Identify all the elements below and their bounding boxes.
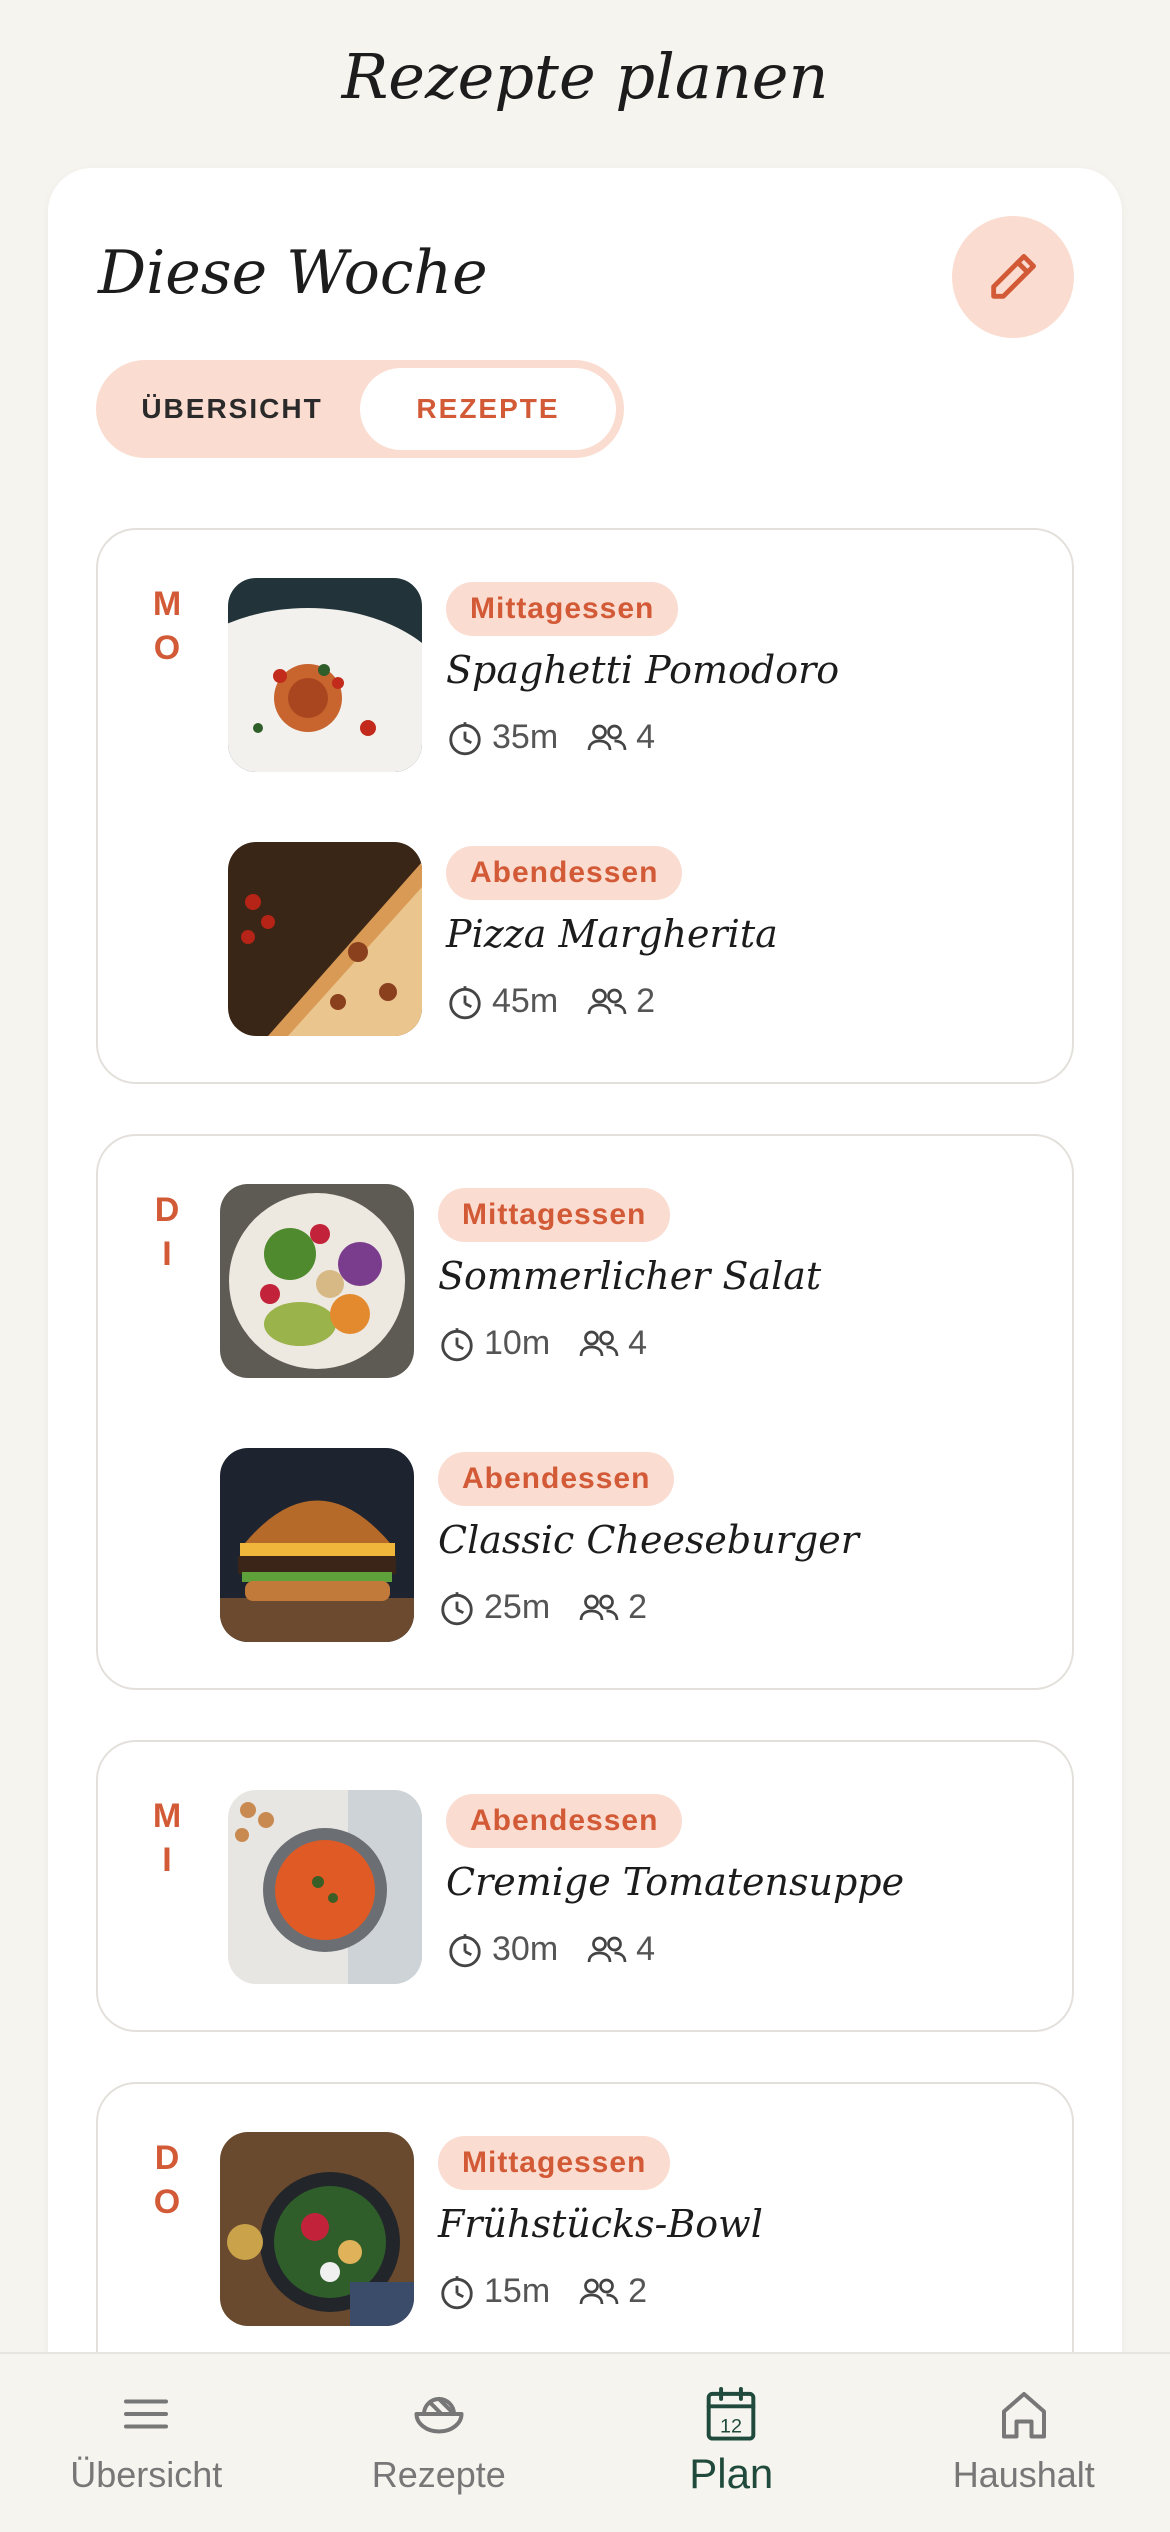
timer-icon	[449, 1933, 481, 1967]
day-card-mi: MI Abendessen Cremige Tomatensuppe 30m 4	[96, 1740, 1074, 2032]
timer-icon	[441, 1327, 473, 1361]
people-icon	[579, 1594, 619, 1620]
recipe-image-burger	[220, 1448, 414, 1642]
prep-time: 35m	[492, 718, 559, 756]
recipe-image-soup	[228, 1790, 422, 1984]
prep-time: 25m	[484, 1588, 551, 1626]
meal-type-badge: Mittagessen	[438, 2136, 671, 2190]
recipe-meta: 35m 4	[446, 718, 683, 757]
servings: 2	[628, 2272, 648, 2310]
people-icon	[579, 1330, 619, 1356]
meal-item[interactable]: Abendessen Cremige Tomatensuppe 30m 4	[228, 1790, 1028, 1984]
prep-time: 45m	[492, 982, 559, 1020]
day-label: DI	[154, 1191, 182, 1273]
week-card: Diese Woche ÜBERSICHT REZEPTE MO Mittage…	[48, 168, 1122, 2532]
menu-icon	[124, 2399, 169, 2429]
day-label: DO	[153, 2139, 183, 2221]
day-label: MI	[152, 1797, 184, 1879]
day-label: MO	[152, 585, 184, 667]
timer-icon	[441, 2275, 473, 2309]
tab-label: Haushalt	[952, 2454, 1095, 2495]
recipe-name: Frühstücks-Bowl	[438, 2202, 763, 2246]
tab-label: Plan	[689, 2450, 774, 2497]
recipe-meta: 25m 2	[438, 1588, 675, 1627]
timer-icon	[449, 985, 481, 1019]
page-title: Rezepte planen	[341, 40, 829, 113]
servings: 4	[636, 718, 656, 756]
servings: 4	[636, 1930, 656, 1968]
day-card-mo: MO Mittagessen Spaghetti Pomodoro 35m 4 …	[96, 528, 1074, 1084]
servings: 4	[628, 1324, 648, 1362]
edit-button[interactable]	[952, 216, 1074, 338]
day-card-di: DI Mittagessen Sommerlicher Salat 10m 4 …	[96, 1134, 1074, 1690]
prep-time: 10m	[484, 1324, 551, 1362]
week-title: Diese Woche	[98, 238, 488, 308]
timer-icon	[449, 721, 481, 755]
tab-recipes[interactable]: Rezepte	[293, 2354, 586, 2532]
tab-household[interactable]: Haushalt	[878, 2354, 1170, 2532]
meal-item[interactable]: Mittagessen Frühstücks-Bowl 15m 2	[220, 2132, 1020, 2326]
view-toggle: ÜBERSICHT REZEPTE	[96, 360, 624, 458]
recipe-image-bowl	[220, 2132, 414, 2326]
prep-time: 30m	[492, 1930, 559, 1968]
bowl-icon	[414, 2397, 464, 2434]
home-icon	[1001, 2392, 1046, 2439]
meal-type-badge: Abendessen	[438, 1452, 675, 1506]
meal-item[interactable]: Mittagessen Spaghetti Pomodoro 35m 4	[228, 578, 1028, 772]
segment-overview[interactable]: ÜBERSICHT	[104, 368, 360, 450]
meal-type-badge: Mittagessen	[446, 582, 679, 636]
people-icon	[579, 2278, 619, 2304]
meal-item[interactable]: Mittagessen Sommerlicher Salat 10m 4	[220, 1184, 1020, 1378]
segment-recipes[interactable]: REZEPTE	[360, 368, 616, 450]
meal-type-badge: Abendessen	[446, 846, 683, 900]
recipe-image-spaghetti	[228, 578, 422, 772]
recipe-meta: 15m 2	[438, 2272, 675, 2311]
meal-type-badge: Mittagessen	[438, 1188, 671, 1242]
prep-time: 15m	[484, 2272, 551, 2310]
recipe-name: Spaghetti Pomodoro	[446, 648, 840, 692]
recipe-image-salad	[220, 1184, 414, 1378]
calendar-icon: 12	[706, 2386, 756, 2441]
tab-plan[interactable]: 12 Plan	[585, 2354, 878, 2532]
servings: 2	[636, 982, 656, 1020]
meal-type-badge: Abendessen	[446, 1794, 683, 1848]
people-icon	[587, 1936, 627, 1962]
tab-label: Übersicht	[70, 2454, 223, 2495]
people-icon	[587, 724, 627, 750]
people-icon	[587, 988, 627, 1014]
calendar-day-number: 12	[720, 2415, 742, 2437]
tab-overview[interactable]: Übersicht	[0, 2354, 293, 2532]
recipe-meta: 30m 4	[446, 1930, 683, 1969]
recipe-name: Pizza Margherita	[446, 912, 778, 956]
bottom-tab-bar: Übersicht Rezepte 12 Plan Haushalt	[0, 2352, 1170, 2532]
recipe-meta: 10m 4	[438, 1324, 675, 1363]
tab-label: Rezepte	[371, 2454, 506, 2495]
meal-item[interactable]: Abendessen Pizza Margherita 45m 2	[228, 842, 1028, 1036]
timer-icon	[441, 1591, 473, 1625]
recipe-name: Sommerlicher Salat	[438, 1254, 822, 1298]
recipe-meta: 45m 2	[446, 982, 683, 1021]
meal-item[interactable]: Abendessen Classic Cheeseburger 25m 2	[220, 1448, 1020, 1642]
recipe-image-pizza	[228, 842, 422, 1036]
recipe-name: Classic Cheeseburger	[438, 1518, 859, 1562]
servings: 2	[628, 1588, 648, 1626]
recipe-name: Cremige Tomatensuppe	[446, 1860, 905, 1904]
pencil-icon	[991, 254, 1036, 299]
